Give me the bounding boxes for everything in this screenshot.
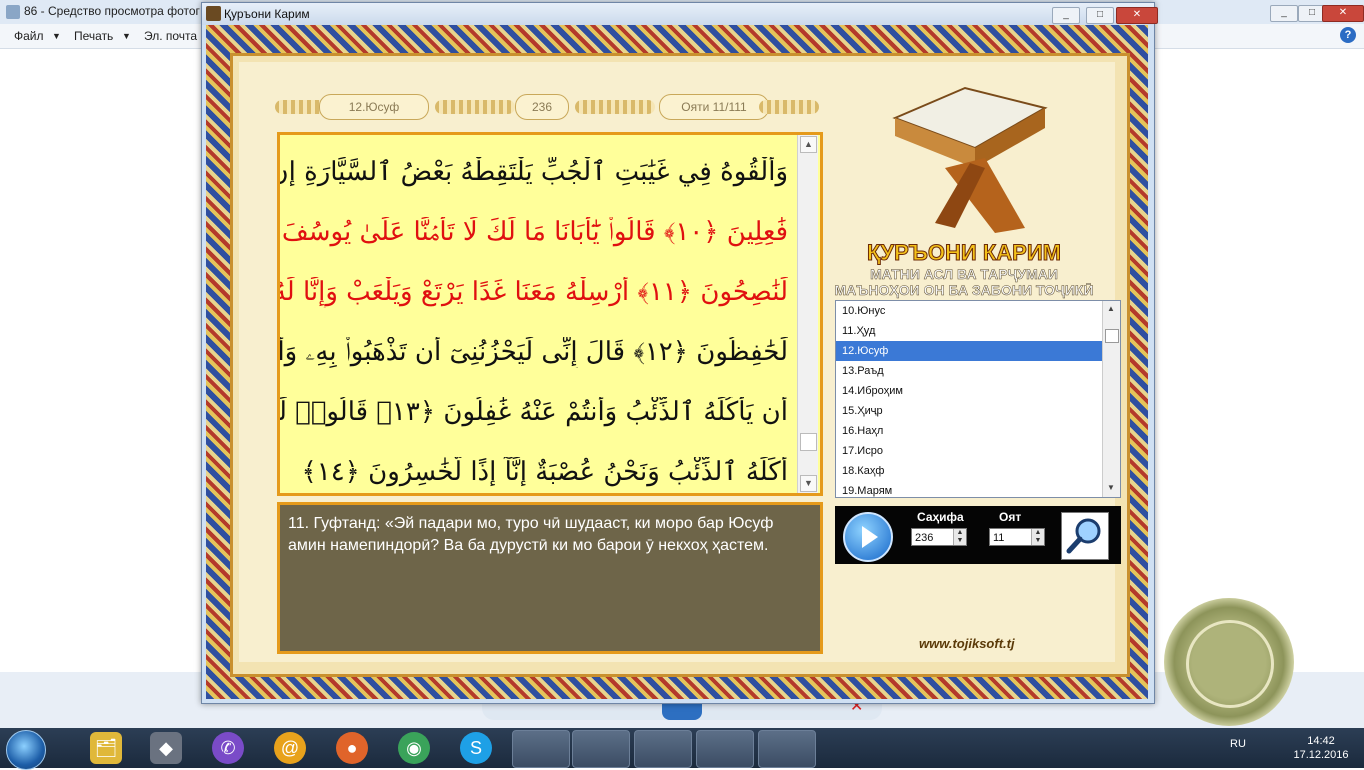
bg-minimize-button[interactable]: _ [1270,5,1298,22]
menu-email[interactable]: Эл. почта [144,29,197,43]
taskbar: 🗂 ◆ ✆ @ ● ◉ S RU 14:42 17.12.2016 [0,728,1364,770]
arabic-text-area[interactable]: وَأَلْقُوهُ فِي غَيَٰبَتِ ٱلْجُبِّ يَلْت… [280,135,796,493]
arabic-line: أَكَلَهُ ٱلذِّئْبُ وَنَحْنُ عُصْبَةٌ إِن… [301,457,789,487]
menu-print[interactable]: Печать [74,29,113,43]
scroll-up-arrow[interactable]: ▲ [1104,302,1118,316]
explorer-icon[interactable]: 🗂 [90,732,122,764]
language-indicator[interactable]: RU [1230,738,1246,750]
bg-close-button[interactable]: ✕ [1322,5,1364,22]
arabic-scrollbar[interactable]: ▲ ▼ [797,135,818,493]
app-title: ҚУРЪОНИ КАРИМ [867,240,1062,266]
start-button[interactable] [6,730,46,770]
surah-list-item-selected[interactable]: 12.Юсуф [836,341,1102,361]
surah-list-item[interactable]: 18.Каҳф [836,461,1102,481]
ayah-spin-buttons[interactable]: ▲ ▼ [1031,529,1044,545]
surah-list[interactable]: 10.Юнус 11.Ҳуд 12.Юсуф 13.Раъд 14.Иброҳи… [835,300,1121,498]
clock[interactable]: 14:42 17.12.2016 [1286,734,1356,762]
page-border: 12.Юсуф 236 Ояти 11/111 وَأَلْقُوهُ فِي … [230,53,1130,677]
arabic-line-highlighted: لَنَٰصِحُونَ ﴿١١﴾ أَرْسِلْهُ مَعَنَا غَد… [280,277,788,307]
ayah-counter-cartouche: Ояти 11/111 [659,94,769,120]
game-controller-icon[interactable]: ◆ [150,732,182,764]
page-spin-buttons[interactable]: ▲ ▼ [953,529,966,545]
play-icon[interactable] [843,512,893,562]
ayah-value[interactable]: 11 [993,532,1004,544]
page-value[interactable]: 236 [915,532,933,544]
surah-list-item[interactable]: 11.Ҳуд [836,321,1102,341]
surah-list-item[interactable]: 15.Ҳиҷр [836,401,1102,421]
skype-icon[interactable]: S [460,732,492,764]
arabic-line: وَأَلْقُوهُ فِي غَيَٰبَتِ ٱلْجُبِّ يَلْت… [280,157,788,187]
quran-window-titlebar: Қуръони Карим _ □ ✕ [202,3,1158,25]
surah-list-item[interactable]: 17.Исро [836,441,1102,461]
surah-list-item[interactable]: 13.Раъд [836,361,1102,381]
surah-list-item[interactable]: 14.Иброҳим [836,381,1102,401]
surah-name-cartouche: 12.Юсуф [319,94,429,120]
scroll-down-arrow[interactable]: ▼ [1104,481,1118,495]
translation-text: 11. Гуфтанд: «Эй падари мо, туро чӣ шуда… [288,515,774,554]
quran-window: Қуръони Карим _ □ ✕ 12.Юсуф 236 Ояти 11/… [201,2,1158,704]
taskbar-task[interactable] [634,730,692,768]
help-icon[interactable]: ? [1340,27,1356,43]
firefox-icon[interactable]: ● [336,732,368,764]
quran-window-title: Қуръони Карим [224,7,310,21]
scroll-thumb[interactable] [1105,329,1119,343]
surah-list-item[interactable]: 16.Наҳл [836,421,1102,441]
emblem-ring [1186,620,1274,708]
page-spinner[interactable]: 236 ▲ ▼ [911,528,967,546]
taskbar-task[interactable] [512,730,570,768]
close-button[interactable]: ✕ [1116,7,1158,24]
navigation-controls: Саҳифа 236 ▲ ▼ Оят 11 ▲ ▼ [835,506,1121,564]
header-ornament-mid-left [435,100,515,114]
maximize-button[interactable]: □ [1086,7,1114,24]
chevron-down-icon[interactable]: ▼ [52,31,61,41]
scroll-down-arrow[interactable]: ▼ [800,475,817,492]
app-subtitle-1: МАТНИ АСЛ ВА ТАРҶУМАИ [870,266,1058,283]
arabic-text-panel[interactable]: وَأَلْقُوهُ فِي غَيَٰبَتِ ٱلْجُبِّ يَلْت… [277,132,823,496]
quran-book-icon [892,86,1048,233]
translation-panel: 11. Гуфтанд: «Эй падари мо, туро чӣ шуда… [277,502,823,654]
arabic-line: أَن يَأْكُلَهُ ٱلذِّئْبُ وَأَنتُمْ عَنْه… [280,397,788,427]
taskbar-task[interactable] [696,730,754,768]
quran-app-icon [206,6,221,21]
magnifier-icon[interactable] [1061,512,1109,560]
surah-list-scrollbar[interactable]: ▲ ▼ [1102,301,1120,497]
arabic-line: لَحَٰفِظُونَ ﴿١٢﴾ قَالَ إِنِّى لَيَحْزُن… [280,337,788,367]
clock-time: 14:42 [1307,735,1335,747]
photo-viewer-icon [6,5,20,19]
taskbar-task[interactable] [758,730,816,768]
mail-icon[interactable]: @ [274,732,306,764]
ornamental-frame: 12.Юсуф 236 Ояти 11/111 وَأَلْقُوهُ فِي … [206,25,1148,699]
quran-emblem-logo [1164,598,1294,726]
page-number-cartouche: 236 [515,94,569,120]
ayah-spinner[interactable]: 11 ▲ ▼ [989,528,1045,546]
menu-file[interactable]: Файл [14,29,44,43]
header-ornament-right [759,100,819,114]
scroll-up-arrow[interactable]: ▲ [800,136,817,153]
app-subtitle-2: МАЪНОҲОИ ОН БА ЗАБОНИ ТОҶИКӢ [834,282,1094,299]
viber-icon[interactable]: ✆ [212,732,244,764]
website-link[interactable]: www.tojiksoft.tj [919,636,1015,651]
header-ornament-mid-right [575,100,655,114]
surah-list-item[interactable]: 19.Марям [836,481,1102,497]
minimize-button[interactable]: _ [1052,7,1080,24]
chrome-icon[interactable]: ◉ [398,732,430,764]
clock-date: 17.12.2016 [1293,749,1349,761]
scroll-thumb[interactable] [800,433,817,451]
chevron-down-icon[interactable]: ▼ [122,31,131,41]
background-window-title: 86 - Средство просмотра фотог [24,4,200,18]
taskbar-task[interactable] [572,730,630,768]
arabic-line-highlighted: فَٰعِلِينَ ﴿١٠﴾ قَالُوا۟ يَٰٓأَبَانَا مَ… [280,217,788,247]
ayah-label: Оят [999,510,1022,524]
surah-list-item[interactable]: 10.Юнус [836,301,1102,321]
page-label: Саҳифа [917,510,964,524]
quran-page: 12.Юсуф 236 Ояти 11/111 وَأَلْقُوهُ فِي … [239,62,1121,662]
